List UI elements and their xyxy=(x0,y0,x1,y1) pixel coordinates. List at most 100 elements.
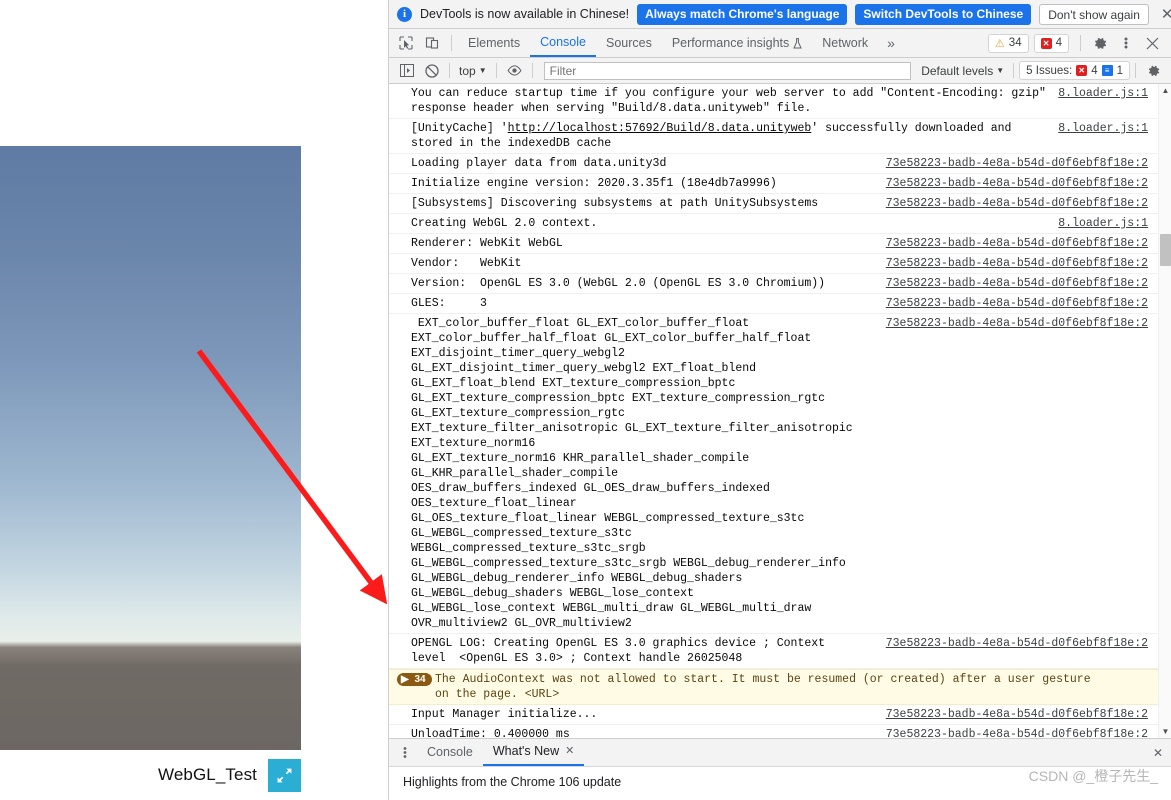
toolbar-divider xyxy=(451,35,452,51)
scrollbar-thumb[interactable] xyxy=(1160,234,1171,266)
close-icon[interactable] xyxy=(1139,31,1165,55)
gear-icon[interactable] xyxy=(1087,31,1113,55)
fullscreen-expand-icon[interactable] xyxy=(268,758,301,792)
console-row[interactable]: Version: OpenGL ES 3.0 (WebGL 2.0 (OpenG… xyxy=(389,274,1158,294)
drawer-tab-console[interactable]: Console xyxy=(417,739,483,766)
row-gutter xyxy=(389,121,411,122)
tab-network-label: Network xyxy=(822,36,869,50)
tab-sources[interactable]: Sources xyxy=(596,29,662,57)
console-source-link[interactable]: 73e58223-badb-4e8a-b54d-d0f6ebf8f18e:2 xyxy=(886,636,1158,651)
console-row[interactable]: Input Manager initialize... 73e58223-bad… xyxy=(389,705,1158,725)
scroll-up-arrow-icon[interactable]: ▲ xyxy=(1160,85,1171,96)
console-message-area: You can reduce startup time if you confi… xyxy=(389,84,1171,738)
toolbar-divider xyxy=(1013,63,1015,78)
console-source-link[interactable]: 73e58223-badb-4e8a-b54d-d0f6ebf8f18e:2 xyxy=(886,256,1158,271)
row-gutter xyxy=(389,196,411,197)
scroll-down-arrow-icon[interactable]: ▼ xyxy=(1160,726,1171,737)
tab-console-label: Console xyxy=(540,35,586,49)
tab-elements[interactable]: Elements xyxy=(458,29,530,57)
kebab-menu-icon[interactable] xyxy=(393,746,417,759)
live-expression-eye-icon[interactable] xyxy=(502,60,527,82)
console-source-link[interactable]: 73e58223-badb-4e8a-b54d-d0f6ebf8f18e:2 xyxy=(886,236,1158,251)
kebab-menu-icon[interactable] xyxy=(1113,31,1139,55)
error-square-icon: ✕ xyxy=(1040,37,1052,49)
row-gutter: ▶ 34 xyxy=(389,672,435,686)
error-count-value: 4 xyxy=(1055,37,1062,49)
console-warning-group-row[interactable]: ▶ 34 The AudioContext was not allowed to… xyxy=(389,669,1158,705)
drawer-tab-whats-new-label: What's New xyxy=(492,744,560,758)
console-source-link[interactable]: 8.loader.js:1 xyxy=(1058,121,1158,136)
tab-performance-insights-label: Performance insights xyxy=(671,36,790,50)
console-message-text: [Subsystems] Discovering subsystems at p… xyxy=(411,197,819,210)
message-prefix: [UnityCache] ' xyxy=(411,122,508,135)
console-log-list[interactable]: You can reduce startup time if you confi… xyxy=(389,84,1158,738)
console-row[interactable]: UnloadTime: 0.400000 ms 73e58223-badb-4e… xyxy=(389,725,1158,738)
console-row[interactable]: [Subsystems] Discovering subsystems at p… xyxy=(389,194,1158,214)
console-source-link[interactable]: 73e58223-badb-4e8a-b54d-d0f6ebf8f18e:2 xyxy=(886,156,1158,171)
console-row[interactable]: Loading player data from data.unity3d 73… xyxy=(389,154,1158,174)
execution-context-selector[interactable]: top ▼ xyxy=(455,63,491,79)
watermark-text: CSDN @_橙子先生_ xyxy=(1028,768,1158,784)
console-source-link[interactable]: 73e58223-badb-4e8a-b54d-d0f6ebf8f18e:2 xyxy=(886,727,1158,738)
console-source-link[interactable]: 73e58223-badb-4e8a-b54d-d0f6ebf8f18e:2 xyxy=(886,296,1158,311)
console-message-text: Vendor: WebKit xyxy=(411,257,522,270)
console-row[interactable]: OPENGL LOG: Creating OpenGL ES 3.0 graph… xyxy=(389,634,1158,669)
toolbar-divider xyxy=(449,63,450,78)
console-source-link[interactable]: 73e58223-badb-4e8a-b54d-d0f6ebf8f18e:2 xyxy=(886,276,1158,291)
console-row[interactable]: [UnityCache] 'http://localhost:57692/Bui… xyxy=(389,119,1158,154)
console-source-link[interactable]: 8.loader.js:1 xyxy=(1058,86,1158,101)
tab-performance-insights[interactable]: Performance insights xyxy=(662,29,812,57)
unity-webgl-canvas[interactable] xyxy=(0,146,301,750)
row-gutter xyxy=(389,156,411,157)
console-source-link[interactable]: 73e58223-badb-4e8a-b54d-d0f6ebf8f18e:2 xyxy=(886,707,1158,722)
row-gutter xyxy=(389,256,411,257)
tab-overflow-button[interactable]: » xyxy=(878,35,904,51)
dont-show-again-button[interactable]: Don't show again xyxy=(1039,3,1149,25)
warning-group-badge[interactable]: ▶ 34 xyxy=(397,673,432,686)
inspect-cursor-icon[interactable] xyxy=(393,31,419,55)
unity-cache-url-link[interactable]: http://localhost:57692/Build/8.data.unit… xyxy=(508,122,812,135)
console-source-link[interactable]: 8.loader.js:1 xyxy=(1058,216,1158,231)
row-gutter xyxy=(389,276,411,277)
row-gutter xyxy=(389,176,411,177)
beaker-icon xyxy=(793,37,803,48)
console-row[interactable]: Renderer: WebKit WebGL 73e58223-badb-4e8… xyxy=(389,234,1158,254)
console-row[interactable]: Vendor: WebKit 73e58223-badb-4e8a-b54d-d… xyxy=(389,254,1158,274)
row-gutter xyxy=(389,216,411,217)
error-count-badge[interactable]: ✕ 4 xyxy=(1033,33,1069,53)
console-row[interactable]: GLES: 3 73e58223-badb-4e8a-b54d-d0f6ebf8… xyxy=(389,294,1158,314)
issues-info-count: 1 xyxy=(1116,64,1123,77)
issues-counter-button[interactable]: 5 Issues: ✕ 4 ≡ 1 xyxy=(1019,61,1130,80)
always-match-language-button[interactable]: Always match Chrome's language xyxy=(637,3,848,25)
console-source-link[interactable]: 73e58223-badb-4e8a-b54d-d0f6ebf8f18e:2 xyxy=(886,176,1158,191)
console-row[interactable]: Creating WebGL 2.0 context. 8.loader.js:… xyxy=(389,214,1158,234)
tab-console[interactable]: Console xyxy=(530,29,596,57)
tab-network[interactable]: Network xyxy=(812,29,878,57)
console-sidebar-icon[interactable] xyxy=(394,60,419,82)
device-toolbar-icon[interactable] xyxy=(419,31,445,55)
gear-icon[interactable] xyxy=(1141,60,1166,82)
execution-context-value: top xyxy=(459,63,476,78)
row-gutter xyxy=(389,236,411,237)
console-row[interactable]: Initialize engine version: 2020.3.35f1 (… xyxy=(389,174,1158,194)
console-source-link[interactable]: 73e58223-badb-4e8a-b54d-d0f6ebf8f18e:2 xyxy=(886,196,1158,211)
drawer-tab-whats-new[interactable]: What's New ✕ xyxy=(482,738,585,766)
switch-devtools-language-button[interactable]: Switch DevTools to Chinese xyxy=(855,3,1032,25)
console-row[interactable]: You can reduce startup time if you confi… xyxy=(389,84,1158,119)
warning-count-badge[interactable]: ⚠ 34 xyxy=(987,33,1029,53)
close-icon[interactable]: ✕ xyxy=(1157,7,1171,22)
filter-input[interactable] xyxy=(543,61,912,80)
devtools-panel: i DevTools is now available in Chinese! … xyxy=(388,0,1171,800)
close-icon[interactable]: ✕ xyxy=(565,738,574,765)
toolbar-divider xyxy=(495,63,497,78)
log-levels-selector[interactable]: Default levels ▼ xyxy=(917,63,1008,79)
clear-console-icon[interactable] xyxy=(419,60,444,82)
console-source-link[interactable]: 73e58223-badb-4e8a-b54d-d0f6ebf8f18e:2 xyxy=(886,316,1158,331)
console-scrollbar[interactable]: ▲ ▼ xyxy=(1158,84,1171,738)
webgl-build-title: WebGL_Test xyxy=(158,765,257,784)
console-row[interactable]: EXT_color_buffer_float GL_EXT_color_buff… xyxy=(389,314,1158,634)
row-gutter xyxy=(389,707,411,708)
devtools-language-infobar: i DevTools is now available in Chinese! … xyxy=(389,0,1171,29)
canvas-footer-bar: WebGL_Test xyxy=(0,750,301,800)
drawer-close-icon[interactable]: ✕ xyxy=(1153,746,1171,760)
